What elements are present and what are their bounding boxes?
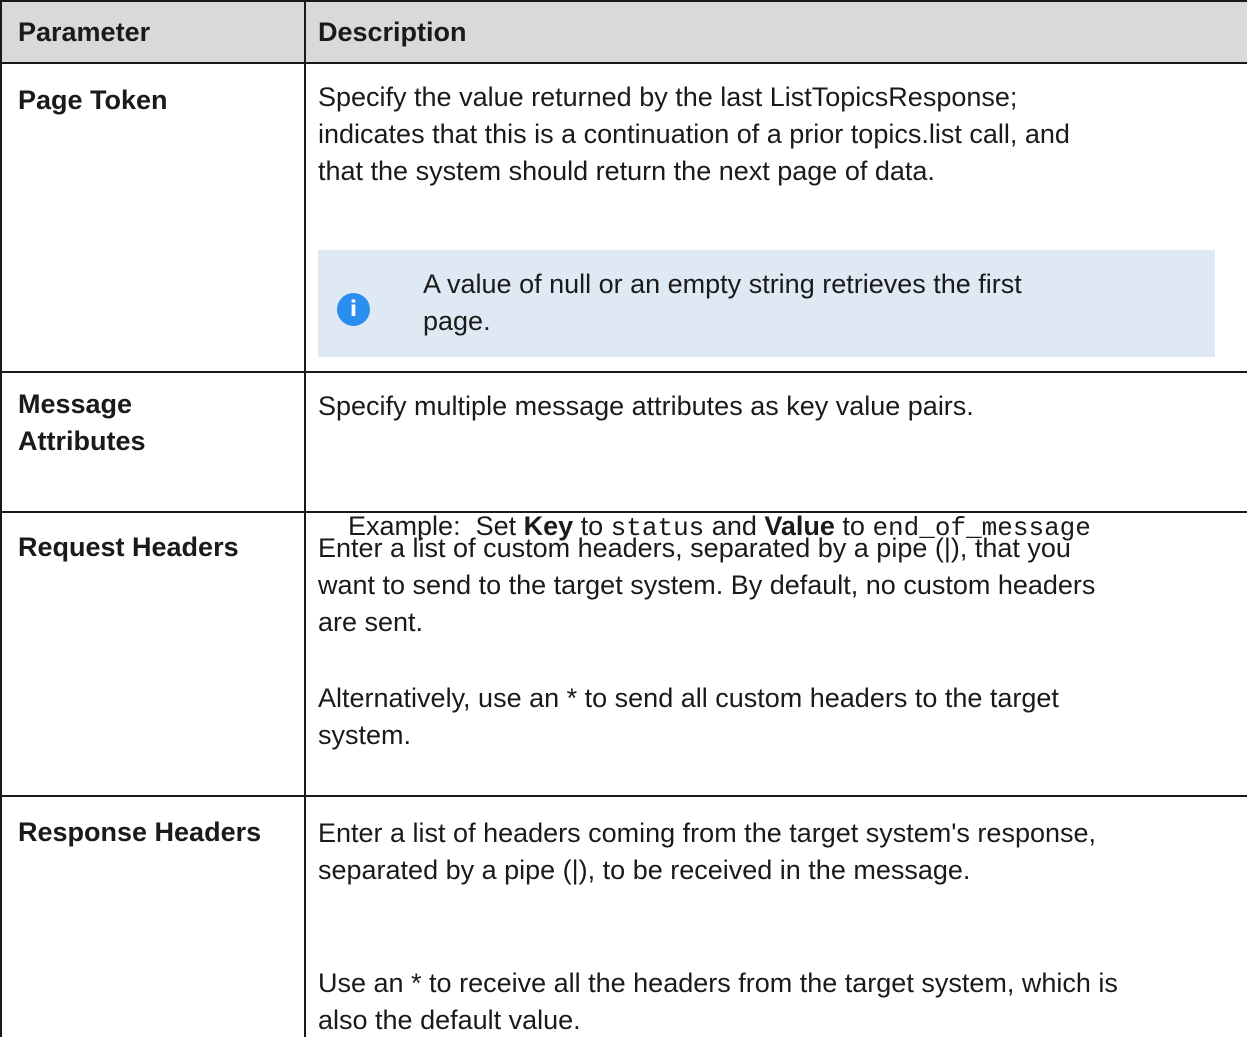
description-line: also the default value. [318,1005,581,1035]
description-page-token: Specify the value returned by the last L… [318,79,1228,190]
description-line: want to send to the target system. By de… [318,570,1096,600]
param-page-token: Page Token [18,85,168,115]
param-request-headers: Request Headers [18,532,239,562]
header-description: Description [318,17,467,47]
rule [0,0,2,1037]
description-line: that the system should return the next p… [318,156,935,186]
param-line: Message [18,389,133,419]
note-line: page. [423,306,491,336]
description-request-headers-alt: Alternatively, use an * to send all cust… [318,680,1228,754]
description-line: indicates that this is a continuation of… [318,119,1070,149]
description-line: Specify the value returned by the last L… [318,82,1018,112]
info-note: i A value of null or an empty string ret… [318,250,1215,357]
param-response-headers: Response Headers [18,817,262,847]
description-message-attributes-line1: Specify multiple message attributes as k… [318,391,974,421]
description-request-headers: Enter a list of custom headers, separate… [318,530,1228,641]
header-parameter: Parameter [18,17,151,47]
rule [304,0,306,1037]
parameter-table: Parameter Description Page Token Specify… [0,0,1247,1037]
description-line: are sent. [318,607,424,637]
description-response-headers-default: Use an * to receive all the headers from… [318,965,1238,1039]
description-line: Enter a list of custom headers, separate… [318,533,1071,563]
description-line: Enter a list of headers coming from the … [318,818,1097,848]
info-icon: i [337,293,370,326]
rule [0,795,1247,797]
description-line: system. [318,720,412,750]
description-line: Use an * to receive all the headers from… [318,968,1118,998]
info-note-text: A value of null or an empty string retri… [423,266,1183,340]
param-message-attributes: Message Attributes [18,386,146,460]
description-line: Alternatively, use an * to send all cust… [318,683,1059,713]
rule [0,0,1247,2]
description-response-headers: Enter a list of headers coming from the … [318,815,1238,889]
table-header-row [0,0,1247,63]
note-line: A value of null or an empty string retri… [423,269,1022,299]
description-line: separated by a pipe (|), to be received … [318,855,971,885]
rule [0,62,1247,64]
param-line: Attributes [18,426,146,456]
rule [0,371,1247,373]
